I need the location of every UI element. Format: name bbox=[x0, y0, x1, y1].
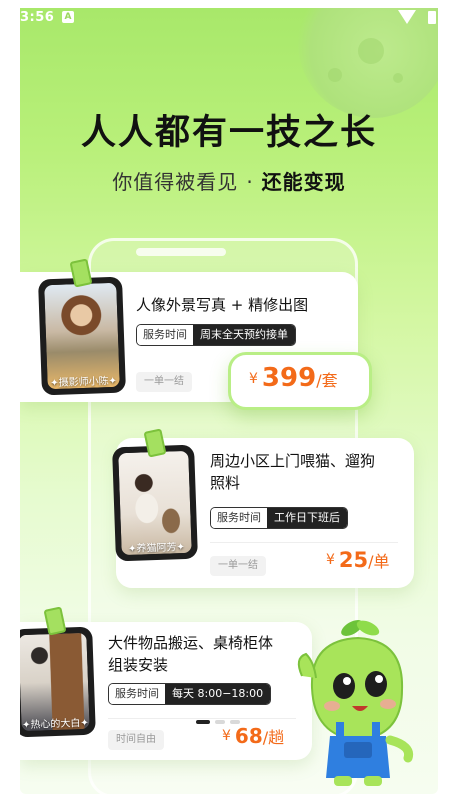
settlement-chip: 一单一结 bbox=[136, 372, 192, 392]
page-dot-active[interactable] bbox=[196, 720, 210, 724]
page-dot[interactable] bbox=[215, 720, 225, 724]
card-title: 周边小区上门喂猫、遛狗 照料 bbox=[210, 450, 375, 494]
price: ¥399/套 bbox=[249, 363, 338, 393]
settlement-chip: 时间自由 bbox=[108, 730, 164, 750]
status-bar: 3:56 A bbox=[20, 8, 438, 28]
price-unit: /套 bbox=[316, 371, 338, 390]
tag-value: 周末全天预约接单 bbox=[193, 325, 295, 345]
subheadline-left: 你值得被看见 bbox=[112, 170, 239, 194]
card-title-line1: 周边小区上门喂猫、遛狗 bbox=[210, 452, 376, 470]
wifi-icon bbox=[398, 10, 416, 24]
service-time-tag: 服务时间 每天 8:00−18:00 bbox=[108, 683, 272, 705]
tag-value: 工作日下班后 bbox=[267, 508, 347, 528]
price-unit: /单 bbox=[368, 552, 390, 571]
headline: 人人都有一技之长 bbox=[80, 113, 377, 153]
avatar-badge-cat-sitter: ✦养猫阿芳✦ bbox=[112, 444, 198, 562]
tag-key: 服务时间 bbox=[211, 508, 267, 528]
mascot-icon bbox=[297, 620, 414, 786]
price-value: 25 bbox=[338, 548, 369, 572]
service-time-tag: 服务时间 工作日下班后 bbox=[210, 507, 348, 529]
battery-icon bbox=[428, 11, 436, 24]
card-title-line2: 组装安装 bbox=[108, 656, 169, 674]
price-unit: /趟 bbox=[262, 728, 285, 747]
price-pill: ¥399/套 bbox=[228, 352, 372, 410]
badge-name: ✦热心的大白✦ bbox=[21, 717, 90, 732]
badge-name: ✦摄影师小陈✦ bbox=[50, 375, 118, 390]
service-time-tag: 服务时间 周末全天预约接单 bbox=[136, 324, 296, 346]
tag-key: 服务时间 bbox=[137, 325, 193, 345]
settlement-chip: 一单一结 bbox=[210, 556, 266, 576]
status-time: 3:56 bbox=[20, 10, 55, 25]
price-value: 68 bbox=[234, 724, 263, 748]
tag-value: 每天 8:00−18:00 bbox=[165, 684, 271, 704]
subheadline-right: 还能变现 bbox=[261, 170, 346, 194]
subheadline: 你值得被看见 · 还能变现 bbox=[20, 166, 438, 195]
app-notification-icon: A bbox=[62, 11, 74, 23]
card-title-line2: 照料 bbox=[210, 474, 241, 492]
subheadline-dot: · bbox=[246, 170, 254, 194]
divider bbox=[210, 542, 398, 543]
price: ¥25/单 bbox=[326, 548, 390, 572]
page-indicator[interactable] bbox=[196, 720, 240, 724]
page-dot[interactable] bbox=[230, 720, 240, 724]
price-currency: ¥ bbox=[249, 371, 258, 387]
phone-notch bbox=[136, 248, 226, 256]
tag-key: 服务时间 bbox=[109, 684, 165, 704]
price: ¥68/趟 bbox=[222, 724, 284, 748]
badge-name: ✦养猫阿芳✦ bbox=[128, 541, 186, 555]
onboarding-screen: 3:56 A 人人都有一技之长 你值得被看见 · 还能变现 人像外景写真 + 精修出… bbox=[20, 8, 438, 794]
card-title: 人像外景写真 + 精修出图 bbox=[136, 296, 309, 314]
card-title: 大件物品搬运、桌椅柜体 组装安装 bbox=[108, 632, 273, 676]
price-currency: ¥ bbox=[222, 728, 231, 744]
price-value: 399 bbox=[261, 363, 317, 393]
card-title-line1: 大件物品搬运、桌椅柜体 bbox=[108, 634, 274, 652]
avatar-badge-mover: ✦热心的大白✦ bbox=[20, 626, 96, 738]
divider bbox=[108, 718, 296, 719]
avatar-badge-photographer: ✦摄影师小陈✦ bbox=[38, 276, 126, 396]
price-currency: ¥ bbox=[326, 552, 335, 568]
